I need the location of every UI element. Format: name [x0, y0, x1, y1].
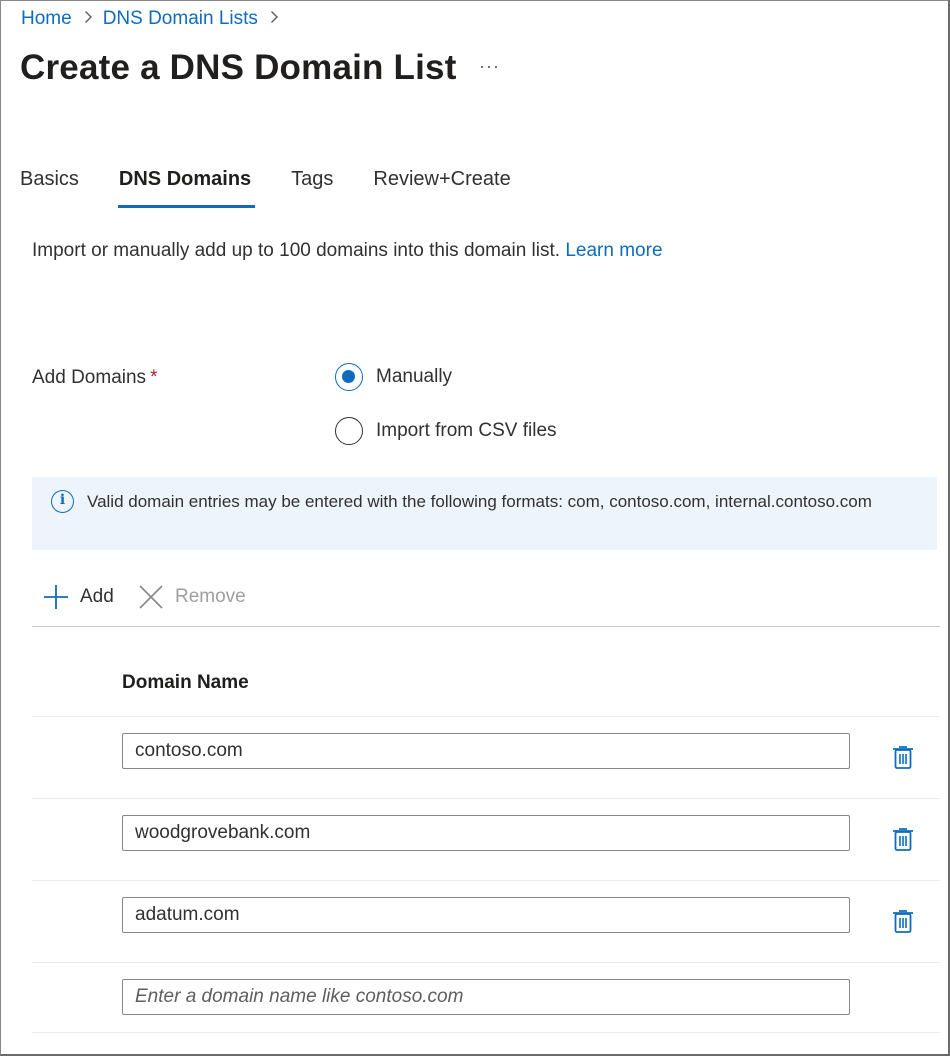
info-banner-text: Valid domain entries may be entered with… — [87, 492, 872, 511]
info-icon: i — [51, 490, 74, 513]
chevron-right-icon — [270, 10, 279, 29]
plus-icon — [44, 585, 68, 609]
domain-input-woodgrovebank[interactable] — [122, 815, 850, 851]
remove-button-label: Remove — [175, 586, 246, 607]
page-description: Import or manually add up to 100 domains… — [32, 240, 663, 262]
row-divider — [32, 716, 940, 717]
add-domains-label: Add Domains * — [32, 367, 157, 389]
add-button[interactable]: Add — [43, 584, 114, 610]
new-domain-input[interactable] — [122, 979, 850, 1015]
radio-manually[interactable]: Manually — [335, 363, 452, 391]
add-button-label: Add — [80, 586, 114, 607]
row-divider — [32, 1032, 940, 1033]
required-marker: * — [150, 367, 158, 388]
description-text: Import or manually add up to 100 domains… — [32, 240, 561, 261]
column-header-domain-name: Domain Name — [122, 672, 249, 693]
breadcrumb-dns-domain-lists[interactable]: DNS Domain Lists — [103, 8, 258, 30]
trash-icon[interactable] — [892, 908, 914, 934]
radio-manually-button[interactable] — [335, 363, 363, 391]
trash-icon[interactable] — [892, 744, 914, 770]
tab-review-create[interactable]: Review+Create — [373, 168, 510, 208]
chevron-right-icon — [84, 10, 93, 29]
tab-bar: Basics DNS Domains Tags Review+Create — [20, 168, 551, 208]
breadcrumb-home[interactable]: Home — [21, 8, 72, 30]
radio-import-csv-label: Import from CSV files — [376, 420, 557, 441]
row-divider — [32, 798, 940, 799]
info-banner: i Valid domain entries may be entered wi… — [32, 477, 937, 550]
radio-import-csv[interactable]: Import from CSV files — [335, 417, 557, 445]
tab-dns-domains[interactable]: DNS Domains — [117, 168, 256, 208]
learn-more-link[interactable]: Learn more — [565, 240, 662, 261]
remove-button[interactable]: Remove — [138, 584, 246, 610]
trash-icon[interactable] — [892, 826, 914, 852]
tab-tags[interactable]: Tags — [291, 168, 333, 208]
row-divider — [32, 880, 940, 881]
domain-input-contoso[interactable] — [122, 733, 850, 769]
more-options-icon[interactable]: ··· — [479, 56, 500, 77]
radio-manually-label: Manually — [376, 366, 453, 387]
page-title: Create a DNS Domain List — [20, 48, 457, 87]
domain-input-adatum[interactable] — [122, 897, 850, 933]
radio-import-csv-button[interactable] — [335, 417, 363, 445]
add-domains-label-text: Add Domains — [32, 367, 147, 388]
breadcrumb: Home DNS Domain Lists — [21, 8, 289, 30]
tab-basics[interactable]: Basics — [20, 168, 79, 208]
table-toolbar: Add Remove — [32, 584, 940, 627]
row-divider — [32, 962, 940, 963]
close-icon — [139, 585, 163, 609]
